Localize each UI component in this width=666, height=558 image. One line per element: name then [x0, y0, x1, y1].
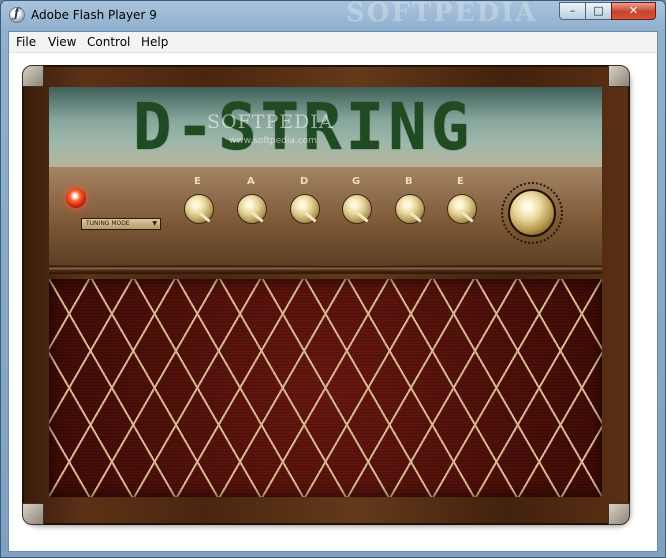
speaker-grille — [49, 279, 602, 497]
close-button[interactable]: ✕ — [611, 2, 656, 20]
maximize-button[interactable]: □ — [585, 2, 612, 20]
string-knob-d[interactable] — [290, 194, 320, 224]
title-bar[interactable]: SOFTPEDIA Adobe Flash Player 9 – □ ✕ — [1, 1, 665, 31]
string-knob-b[interactable] — [395, 194, 425, 224]
minimize-button[interactable]: – — [559, 2, 586, 20]
tuning-mode-label: TUNING MODE — [86, 220, 130, 227]
string-label-e-high: E — [457, 176, 464, 187]
volume-knob[interactable] — [508, 189, 556, 237]
knob-strip: TUNING MODE ▼ E A D G B E — [49, 167, 602, 265]
client-area: File View Control Help D-STRING SOFTPEDI… — [8, 31, 658, 552]
string-knob-e-high[interactable] — [447, 194, 477, 224]
menu-control[interactable]: Control — [87, 35, 130, 49]
menu-view[interactable]: View — [48, 35, 76, 49]
string-knob-e-low[interactable] — [184, 194, 214, 224]
string-label-a: A — [247, 176, 255, 187]
softpedia-watermark: SOFTPEDIA — [207, 111, 334, 133]
corner-cap-bottom-left — [22, 503, 44, 525]
menu-bar: File View Control Help — [9, 32, 657, 53]
tuning-mode-dropdown[interactable]: TUNING MODE ▼ — [81, 218, 161, 230]
title-watermark: SOFTPEDIA — [346, 0, 538, 28]
corner-cap-bottom-right — [608, 503, 630, 525]
corner-cap-top-right — [608, 65, 630, 87]
string-label-d: D — [300, 176, 309, 187]
amp-cabinet: D-STRING SOFTPEDIA www.softpedia.com TUN… — [22, 65, 630, 525]
control-panel: D-STRING SOFTPEDIA www.softpedia.com TUN… — [49, 87, 602, 265]
power-led-icon — [66, 188, 86, 208]
softpedia-watermark-url: www.softpedia.com — [229, 136, 317, 146]
flash-player-icon[interactable] — [9, 6, 25, 23]
chevron-down-icon: ▼ — [152, 220, 157, 227]
note-display: D-STRING SOFTPEDIA www.softpedia.com — [49, 87, 602, 167]
string-label-g: G — [352, 176, 361, 187]
string-label-e-low: E — [194, 176, 201, 187]
window-title: Adobe Flash Player 9 — [31, 8, 157, 22]
menu-help[interactable]: Help — [141, 35, 168, 49]
panel-trim — [49, 266, 602, 274]
app-window: SOFTPEDIA Adobe Flash Player 9 – □ ✕ Fil… — [0, 0, 666, 558]
menu-file[interactable]: File — [16, 35, 36, 49]
corner-cap-top-left — [22, 65, 44, 87]
string-knob-g[interactable] — [342, 194, 372, 224]
string-knob-a[interactable] — [237, 194, 267, 224]
string-label-b: B — [405, 176, 413, 187]
